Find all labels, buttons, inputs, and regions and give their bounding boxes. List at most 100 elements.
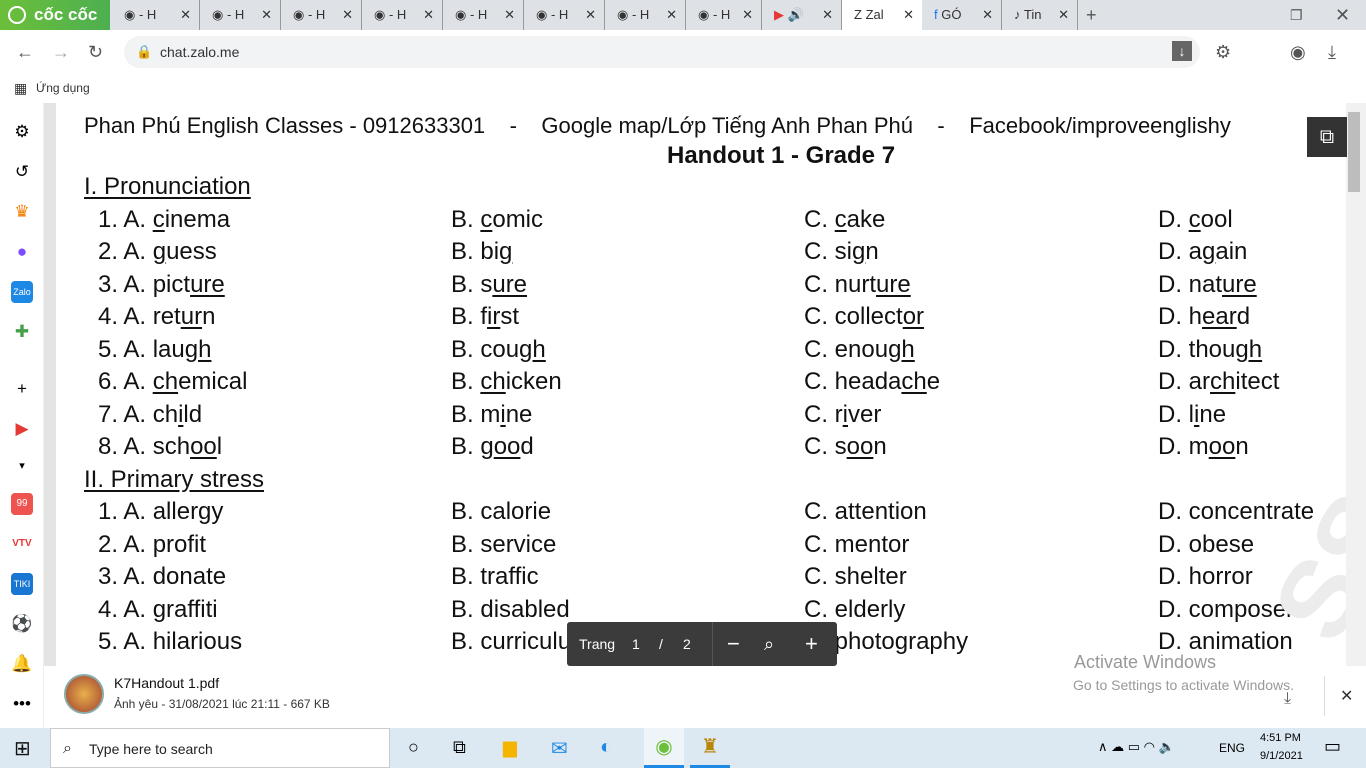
expand-icon[interactable]: ▾ xyxy=(11,455,33,477)
zoom-search-icon[interactable]: ⌕ xyxy=(764,622,774,666)
file-download-icon[interactable]: ⤓ xyxy=(1284,690,1291,708)
tab-close-icon[interactable]: ✕ xyxy=(903,0,914,30)
divider xyxy=(1324,676,1325,716)
word-part: C. s xyxy=(804,433,847,460)
restore-icon[interactable]: ❐ xyxy=(1290,5,1303,25)
answer-option: D. architect xyxy=(1158,368,1279,396)
word-part: 1. A. xyxy=(98,205,153,233)
total-pages: 2 xyxy=(683,636,691,652)
zalo-icon[interactable]: Zalo xyxy=(11,281,33,303)
file-explorer-icon[interactable]: ▆ xyxy=(503,737,517,758)
windows-start-icon[interactable]: ⊞ xyxy=(14,736,31,761)
tab-close-icon[interactable]: ✕ xyxy=(982,0,993,30)
zoom-in-icon[interactable]: + xyxy=(805,622,818,666)
browser-tab[interactable]: ◉ - H ✕ xyxy=(112,0,200,30)
answer-option: B. good xyxy=(451,433,534,461)
browser-tab[interactable]: ♪ Tin ✕ xyxy=(1002,0,1078,30)
mail-icon[interactable]: ✉ xyxy=(551,736,568,761)
bookmark-apps[interactable]: Ứng dụng xyxy=(36,81,90,95)
browser-tab[interactable]: ▶ 🔊 ✕ xyxy=(762,0,842,30)
messenger-icon[interactable]: ● xyxy=(11,241,33,263)
scrollbar-thumb[interactable] xyxy=(1348,112,1360,192)
tray-icons[interactable]: ∧ ☁ ▭ ◠ 🔈 xyxy=(1098,739,1175,755)
tab-close-icon[interactable]: ✕ xyxy=(666,0,677,30)
answer-option: B. traffic xyxy=(451,563,539,591)
zoom-out-icon[interactable]: − xyxy=(727,622,740,666)
browser-tab[interactable]: ◉ - H ✕ xyxy=(443,0,524,30)
coccoc-taskbar-icon[interactable]: ◉ xyxy=(644,728,684,768)
downloads-icon[interactable]: ⤓ xyxy=(1328,42,1336,62)
tab-close-icon[interactable]: ✕ xyxy=(180,0,191,30)
profile-icon[interactable]: ◉ xyxy=(1290,42,1306,62)
reload-icon[interactable]: ↻ xyxy=(88,42,103,62)
tab-close-icon[interactable]: ✕ xyxy=(585,0,596,30)
tiki-icon[interactable]: TIKI xyxy=(11,573,33,595)
answer-option: B. calorie xyxy=(451,498,551,526)
add-icon[interactable]: + xyxy=(11,378,33,400)
download-icon[interactable]: ↓ xyxy=(1172,41,1192,61)
new-tab-icon[interactable]: + xyxy=(1086,5,1097,25)
contact-line: Phan Phú English Classes - 0912633301 - … xyxy=(84,113,1231,138)
answer-option: 5. A. laugh xyxy=(98,336,211,364)
cortana-icon[interactable]: ○ xyxy=(408,737,419,758)
browser-tab[interactable]: ◉ - H ✕ xyxy=(200,0,281,30)
word-part: B. cou xyxy=(451,335,520,363)
coccoc-logo[interactable]: cốc cốc xyxy=(0,0,110,30)
football-icon[interactable]: ⚽ xyxy=(11,613,33,635)
task-view-icon[interactable]: ⧉ xyxy=(453,737,466,758)
browser-tab[interactable]: Z Zal ✕ xyxy=(842,0,922,30)
answer-option: D. heard xyxy=(1158,303,1250,331)
crown-icon[interactable]: ♛ xyxy=(11,201,33,223)
clock-time[interactable]: 4:51 PM xyxy=(1260,732,1301,744)
bookmarks-bar: ▦ Ứng dụng xyxy=(0,75,1366,103)
close-window-icon[interactable]: ✕ xyxy=(1335,5,1350,25)
youtube-icon[interactable]: ▶ xyxy=(11,418,33,440)
tab-close-icon[interactable]: ✕ xyxy=(261,0,272,30)
notification-icon[interactable]: 🔔 xyxy=(11,653,33,675)
extensions-icon[interactable]: ⚙ xyxy=(1215,42,1231,62)
word-part: ld xyxy=(183,400,203,428)
answer-option: C. soon xyxy=(804,433,887,461)
word-part: D. thou xyxy=(1158,335,1236,363)
more-icon[interactable]: ••• xyxy=(11,693,33,715)
browser-tab[interactable]: ◉ - H ✕ xyxy=(605,0,686,30)
tab-close-icon[interactable]: ✕ xyxy=(822,0,833,30)
tab-close-icon[interactable]: ✕ xyxy=(742,0,753,30)
taskbar-search-input[interactable]: ⌕ Type here to search xyxy=(50,728,390,768)
tab-close-icon[interactable]: ✕ xyxy=(342,0,353,30)
answer-option: B. cough xyxy=(451,336,546,364)
file-name[interactable]: K7Handout 1.pdf xyxy=(114,675,219,691)
word-part: B. s xyxy=(451,270,493,298)
answer-option: 4. A. return xyxy=(98,303,215,331)
tab-close-icon[interactable]: ✕ xyxy=(1058,0,1069,30)
file-message[interactable]: K7Handout 1.pdf Ảnh yêu - 31/08/2021 lúc… xyxy=(44,666,1366,728)
word-part: C. attention xyxy=(804,498,927,525)
tab-close-icon[interactable]: ✕ xyxy=(423,0,434,30)
tab-favicon-icon: ▶ 🔊 xyxy=(774,7,804,22)
current-page-input[interactable]: 1 xyxy=(632,622,640,666)
vtv-icon[interactable]: VTV xyxy=(11,533,33,555)
language-indicator[interactable]: ENG xyxy=(1219,741,1245,755)
address-bar[interactable]: 🔒 chat.zalo.me ↓ xyxy=(124,36,1200,68)
clock-date[interactable]: 9/1/2021 xyxy=(1260,750,1303,762)
tab-close-icon[interactable]: ✕ xyxy=(504,0,515,30)
open-external-icon[interactable]: ⧉ xyxy=(1307,117,1347,157)
history-icon[interactable]: ↺ xyxy=(11,161,33,183)
settings-icon[interactable]: ⚙ xyxy=(11,121,33,143)
word-part: uess xyxy=(166,238,217,265)
browser-tab[interactable]: ◉ - H ✕ xyxy=(281,0,362,30)
word-part: B. calorie xyxy=(451,498,552,525)
word-part: B. xyxy=(451,205,481,233)
shopee-icon[interactable]: 99 xyxy=(11,493,33,515)
game-icon[interactable]: ✚ xyxy=(11,321,33,343)
browser-tab[interactable]: ◉ - H ✕ xyxy=(686,0,762,30)
edge-icon[interactable]: ◐ xyxy=(600,736,612,759)
back-icon[interactable]: ← xyxy=(16,42,34,62)
browser-tab[interactable]: ◉ - H ✕ xyxy=(362,0,443,30)
league-icon[interactable]: ♜ xyxy=(690,728,730,768)
close-icon[interactable]: ✕ xyxy=(1340,686,1353,706)
action-center-icon[interactable]: ▭ xyxy=(1324,736,1341,757)
browser-tab[interactable]: f GÓ ✕ xyxy=(922,0,1002,30)
word-part: C. mentor xyxy=(804,530,910,558)
browser-tab[interactable]: ◉ - H ✕ xyxy=(524,0,605,30)
